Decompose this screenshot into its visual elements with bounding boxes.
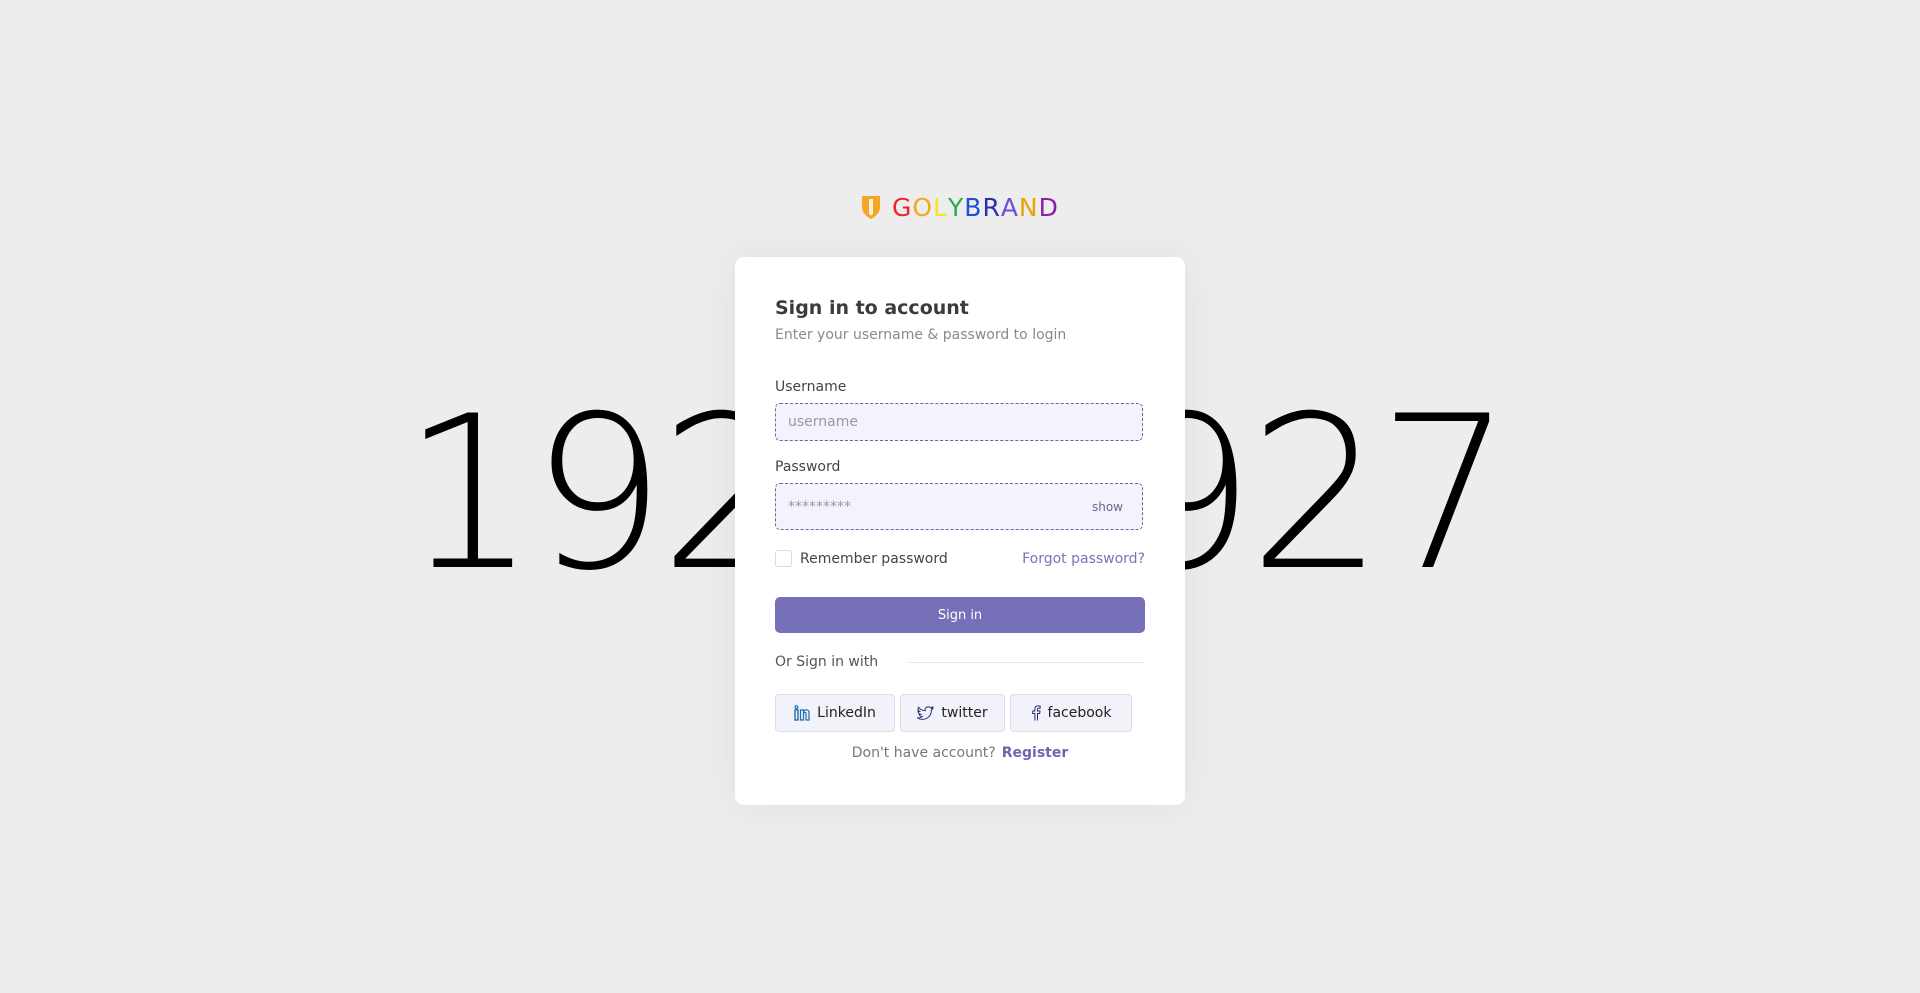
password-label: Password xyxy=(775,459,841,475)
username-input[interactable] xyxy=(788,404,1088,440)
facebook-button[interactable]: facebook xyxy=(1010,694,1132,732)
password-field[interactable]: show xyxy=(775,483,1143,530)
form-subtitle: Enter your username & password to login xyxy=(775,327,1067,343)
background-number-left: 192 xyxy=(402,370,795,617)
twitter-button[interactable]: twitter xyxy=(900,694,1005,732)
linkedin-label: LinkedIn xyxy=(817,705,876,721)
brand-letter: L xyxy=(933,192,948,222)
brand-letter: A xyxy=(1000,192,1019,222)
sign-in-button[interactable]: Sign in xyxy=(775,597,1145,633)
shield-icon xyxy=(862,196,880,219)
brand-name: G O L Y B R A N D xyxy=(892,193,1059,222)
twitter-icon xyxy=(917,705,935,720)
register-link[interactable]: Register xyxy=(1002,745,1069,761)
linkedin-button[interactable]: LinkedIn xyxy=(775,694,895,732)
username-field[interactable] xyxy=(775,403,1143,441)
brand-letter: N xyxy=(1018,192,1039,222)
or-sign-in-label: Or Sign in with xyxy=(775,654,879,670)
brand-letter: R xyxy=(982,192,1001,222)
facebook-label: facebook xyxy=(1047,705,1112,721)
brand-logo[interactable]: G O L Y B R A N D xyxy=(860,192,1059,222)
register-row: Don't have account? Register xyxy=(775,745,1145,761)
no-account-text: Don't have account? xyxy=(851,745,996,761)
login-card: Sign in to account Enter your username &… xyxy=(735,257,1185,805)
brand-letter: D xyxy=(1038,192,1059,222)
brand-letter: O xyxy=(912,192,934,222)
facebook-icon xyxy=(1031,705,1041,721)
brand-letter: Y xyxy=(948,192,965,222)
remember-password[interactable]: Remember password xyxy=(775,550,948,567)
social-divider: Or Sign in with xyxy=(775,654,1145,670)
brand-letter: B xyxy=(964,192,983,222)
remember-checkbox[interactable] xyxy=(775,550,792,567)
password-input[interactable] xyxy=(788,484,1088,529)
show-password-button[interactable]: show xyxy=(1092,500,1123,514)
forgot-password-link[interactable]: Forgot password? xyxy=(1022,551,1145,567)
username-label: Username xyxy=(775,379,847,395)
login-page: 192 927 G O L Y B R A N D Sign in to acc… xyxy=(0,0,1920,993)
form-title: Sign in to account xyxy=(775,297,969,319)
linkedin-icon xyxy=(794,705,810,721)
twitter-label: twitter xyxy=(941,705,988,721)
social-buttons: LinkedIn twitter facebook xyxy=(775,694,1132,732)
brand-letter: G xyxy=(892,192,913,222)
remember-label[interactable]: Remember password xyxy=(800,551,948,567)
divider-line xyxy=(908,661,1145,663)
